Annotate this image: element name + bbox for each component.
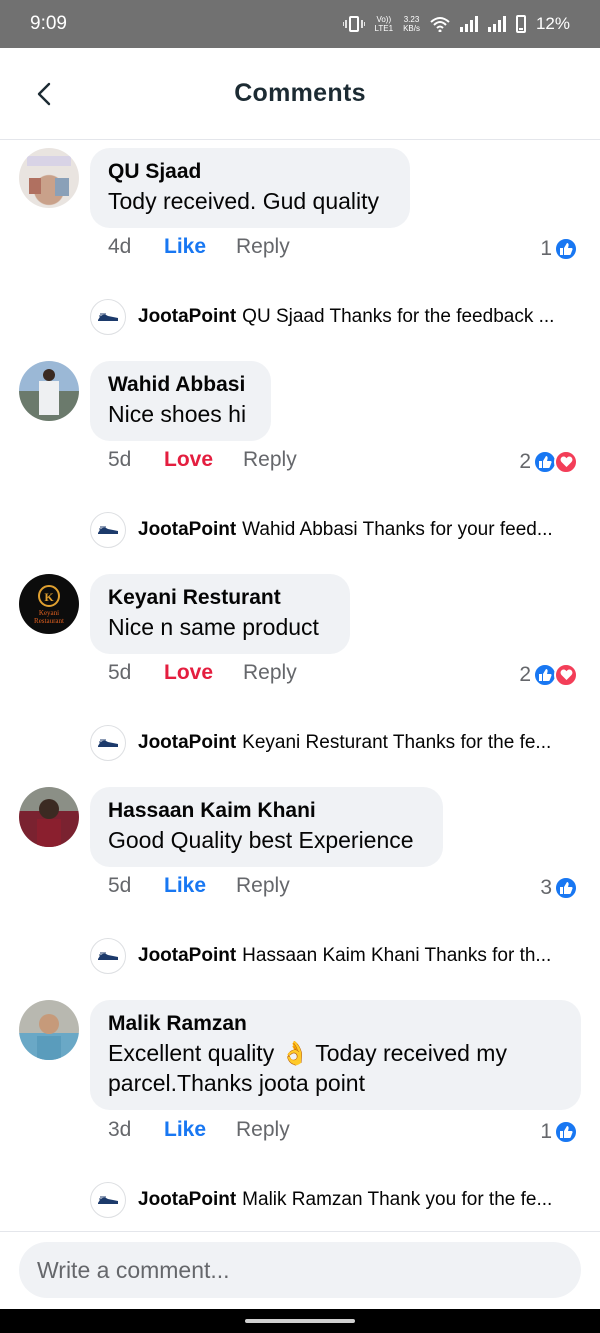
jootapoint-logo-icon[interactable] [90, 1182, 126, 1218]
like-button[interactable]: Like [164, 1118, 236, 1142]
reaction-count: 2 [519, 663, 531, 686]
reply-author[interactable]: JootaPoint [138, 732, 236, 754]
network-type-label: Vo)) LTE1 [374, 15, 394, 33]
avatar[interactable]: K Keyani Restaurant [19, 574, 79, 634]
avatar[interactable] [19, 787, 79, 847]
jootapoint-logo-icon[interactable] [90, 938, 126, 974]
battery-percent: 12% [535, 14, 570, 33]
comment-age: 4d [108, 235, 132, 258]
reaction-count: 1 [540, 1120, 552, 1143]
reply-text: Malik Ramzan Thank you for the fe... [242, 1189, 553, 1210]
reaction-summary[interactable]: 1 [540, 1120, 578, 1144]
avatar[interactable] [19, 1000, 79, 1060]
love-reaction-icon [554, 450, 578, 474]
reaction-count: 3 [540, 876, 552, 899]
comment-author[interactable]: Wahid Abbasi [108, 371, 253, 399]
reply-button[interactable]: Reply [236, 1118, 290, 1142]
page-reply[interactable]: JootaPoint QU Sjaad Thanks for the feedb… [90, 299, 554, 335]
reaction-summary[interactable]: 2 [519, 663, 578, 687]
comment-author[interactable]: QU Sjaad [108, 158, 392, 186]
comment-text-line-1: Excellent quality 👌 Today received my [108, 1040, 507, 1066]
reaction-count: 2 [519, 450, 531, 473]
reply-text: Keyani Resturant Thanks for the fe... [242, 732, 552, 753]
battery-icon [515, 15, 526, 33]
network-speed: 3.23 KB/s [403, 15, 420, 33]
reaction-summary[interactable]: 2 [519, 450, 578, 474]
comment-bubble[interactable]: Malik Ramzan Excellent quality 👌 Today r… [90, 1000, 581, 1110]
comment-age: 5d [108, 661, 132, 684]
like-reaction-icon [554, 237, 578, 261]
status-bar: 9:09 Vo)) LTE1 3.23 KB/s 12% [0, 0, 600, 48]
signal-icon-2 [487, 16, 506, 32]
like-reaction-icon [554, 876, 578, 900]
like-button[interactable]: Like [164, 235, 236, 259]
avatar[interactable] [19, 361, 79, 421]
comment-bubble[interactable]: Keyani Resturant Nice n same product [90, 574, 350, 654]
comment-author[interactable]: Keyani Resturant [108, 584, 332, 612]
love-button[interactable]: Love [164, 448, 243, 472]
comment-text: Good Quality best Experience [108, 827, 414, 853]
comment-actions: 5d Love Reply [108, 448, 297, 472]
home-gesture-handle[interactable] [245, 1319, 355, 1323]
comment-actions: 5d Like Reply [108, 874, 290, 898]
comment-text: Tody received. Gud quality [108, 188, 380, 214]
comment-actions: 5d Love Reply [108, 661, 297, 685]
comment-composer: Write a comment... [0, 1231, 600, 1309]
reply-button[interactable]: Reply [236, 874, 290, 898]
jootapoint-logo-icon[interactable] [90, 725, 126, 761]
comments-header: Comments [0, 48, 600, 140]
jootapoint-logo-icon[interactable] [90, 299, 126, 335]
love-button[interactable]: Love [164, 661, 243, 685]
comment-author[interactable]: Hassaan Kaim Khani [108, 797, 425, 825]
like-button[interactable]: Like [164, 874, 236, 898]
vibrate-icon [342, 16, 365, 32]
comment-author[interactable]: Malik Ramzan [108, 1010, 563, 1038]
love-reaction-icon [554, 663, 578, 687]
status-time: 9:09 [30, 13, 67, 34]
comment-age: 5d [108, 874, 132, 897]
page-reply[interactable]: JootaPoint Wahid Abbasi Thanks for your … [90, 512, 553, 548]
system-nav-bar [0, 1309, 600, 1333]
svg-text:K: K [44, 590, 54, 604]
reply-button[interactable]: Reply [236, 235, 290, 259]
comment-text: Nice shoes hi [108, 401, 247, 427]
avatar-text: Keyani Restaurant [34, 609, 64, 625]
comment-age: 3d [108, 1118, 132, 1141]
reply-text: QU Sjaad Thanks for the feedback ... [242, 306, 555, 327]
reply-button[interactable]: Reply [243, 661, 297, 685]
comment-actions: 3d Like Reply [108, 1118, 290, 1142]
back-arrow-icon[interactable] [34, 82, 56, 106]
wifi-icon [430, 17, 450, 32]
reply-author[interactable]: JootaPoint [138, 306, 236, 328]
status-icons: Vo)) LTE1 3.23 KB/s 12% [342, 14, 570, 34]
reply-button[interactable]: Reply [243, 448, 297, 472]
comment-list[interactable]: QU Sjaad Tody received. Gud quality 4d L… [0, 141, 600, 1231]
reaction-summary[interactable]: 1 [540, 237, 578, 261]
signal-icon [459, 16, 478, 32]
restaurant-logo-icon: K [38, 585, 60, 607]
comment-age: 5d [108, 448, 132, 471]
page-title: Comments [234, 79, 366, 107]
jootapoint-logo-icon[interactable] [90, 512, 126, 548]
comment-text: Excellent quality 👌 Today received my pa… [108, 1038, 563, 1098]
reaction-count: 1 [540, 237, 552, 260]
reply-text: Hassaan Kaim Khani Thanks for th... [242, 945, 552, 966]
avatar[interactable] [19, 148, 79, 208]
page-reply[interactable]: JootaPoint Keyani Resturant Thanks for t… [90, 725, 551, 761]
reply-text: Wahid Abbasi Thanks for your feed... [242, 519, 553, 540]
comment-input[interactable]: Write a comment... [19, 1242, 581, 1298]
reply-author[interactable]: JootaPoint [138, 945, 236, 967]
comment-text: Nice n same product [108, 614, 319, 640]
comment-bubble[interactable]: Wahid Abbasi Nice shoes hi [90, 361, 271, 441]
reply-author[interactable]: JootaPoint [138, 519, 236, 541]
comment-actions: 4d Like Reply [108, 235, 290, 259]
comment-text-line-2: parcel.Thanks joota point [108, 1070, 365, 1096]
reply-author[interactable]: JootaPoint [138, 1189, 236, 1211]
comment-bubble[interactable]: Hassaan Kaim Khani Good Quality best Exp… [90, 787, 443, 867]
page-reply[interactable]: JootaPoint Malik Ramzan Thank you for th… [90, 1182, 552, 1218]
comment-bubble[interactable]: QU Sjaad Tody received. Gud quality [90, 148, 410, 228]
reaction-summary[interactable]: 3 [540, 876, 578, 900]
page-reply[interactable]: JootaPoint Hassaan Kaim Khani Thanks for… [90, 938, 551, 974]
like-reaction-icon [554, 1120, 578, 1144]
